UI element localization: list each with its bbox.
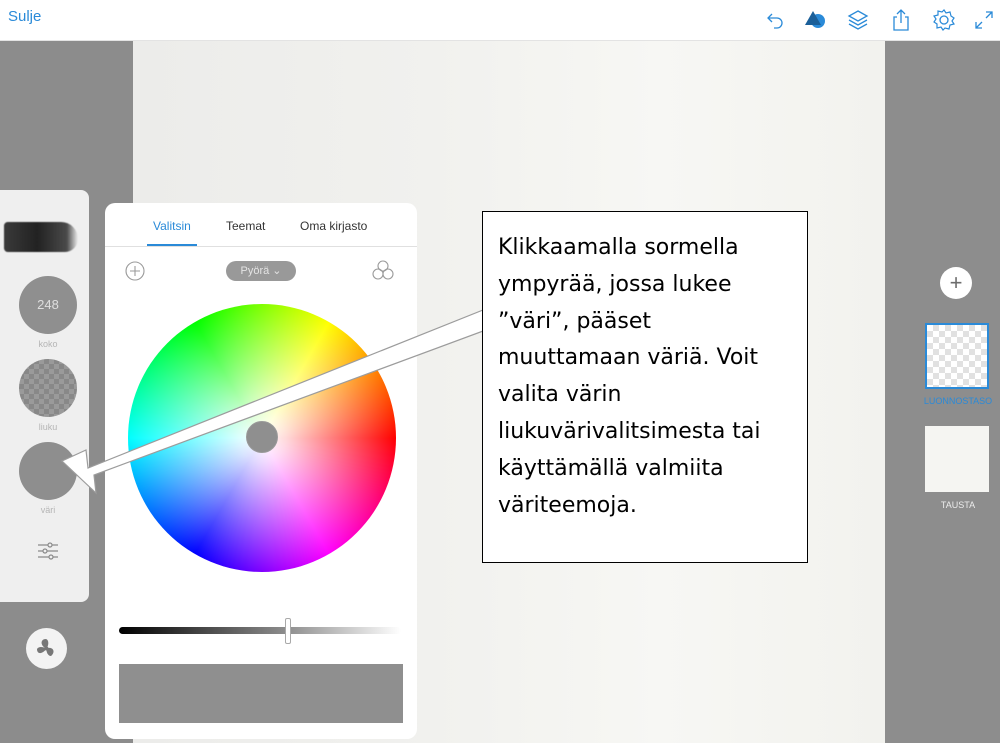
- color-button[interactable]: [19, 442, 77, 500]
- shapes-icon[interactable]: [804, 8, 828, 32]
- close-button[interactable]: Sulje: [8, 8, 41, 25]
- brush-settings-icon[interactable]: [36, 539, 60, 563]
- top-toolbar: Sulje: [0, 0, 1000, 41]
- size-label: koko: [38, 339, 58, 349]
- brush-tool-panel: 248 koko liuku väri: [0, 190, 89, 602]
- instruction-callout: Klikkaamalla sormella ympyrää, jossa luk…: [482, 211, 808, 563]
- color-tabs: Valitsin Teemat Oma kirjasto: [105, 203, 417, 247]
- background-layer-thumbnail[interactable]: [925, 426, 989, 492]
- current-color-preview: [119, 664, 403, 723]
- add-layer-button[interactable]: +: [940, 267, 972, 299]
- opacity-button[interactable]: [19, 359, 77, 417]
- sketch-layer-label: LUONNOSTASO: [923, 396, 993, 406]
- tab-themes[interactable]: Teemat: [226, 219, 265, 233]
- add-color-icon[interactable]: [124, 260, 146, 282]
- active-tab-indicator: [147, 244, 197, 246]
- brightness-slider-thumb[interactable]: [285, 618, 292, 644]
- color-wheel-handle[interactable]: [246, 421, 278, 453]
- brush-picker-button[interactable]: [26, 628, 67, 669]
- share-icon[interactable]: [889, 8, 913, 32]
- expand-icon[interactable]: [972, 8, 996, 32]
- brightness-slider[interactable]: [119, 627, 401, 634]
- settings-icon[interactable]: [932, 8, 956, 32]
- opacity-label: liuku: [38, 422, 58, 432]
- fan-icon: [37, 639, 54, 656]
- color-picker-panel: Valitsin Teemat Oma kirjasto Pyörä ⌄: [105, 203, 417, 739]
- layers-panel: [885, 41, 1000, 743]
- brush-size-button[interactable]: 248: [19, 276, 77, 334]
- tab-picker[interactable]: Valitsin: [153, 219, 191, 233]
- background-layer-label: TAUSTA: [940, 500, 976, 510]
- color-harmony-icon[interactable]: [371, 259, 395, 283]
- tab-library[interactable]: Oma kirjasto: [300, 219, 367, 233]
- brush-preview[interactable]: [4, 222, 78, 252]
- undo-icon[interactable]: [763, 8, 787, 32]
- sketch-layer-thumbnail[interactable]: [925, 323, 989, 389]
- layers-icon[interactable]: [846, 8, 870, 32]
- color-label: väri: [40, 505, 56, 515]
- wheel-mode-select[interactable]: Pyörä ⌄: [226, 261, 296, 281]
